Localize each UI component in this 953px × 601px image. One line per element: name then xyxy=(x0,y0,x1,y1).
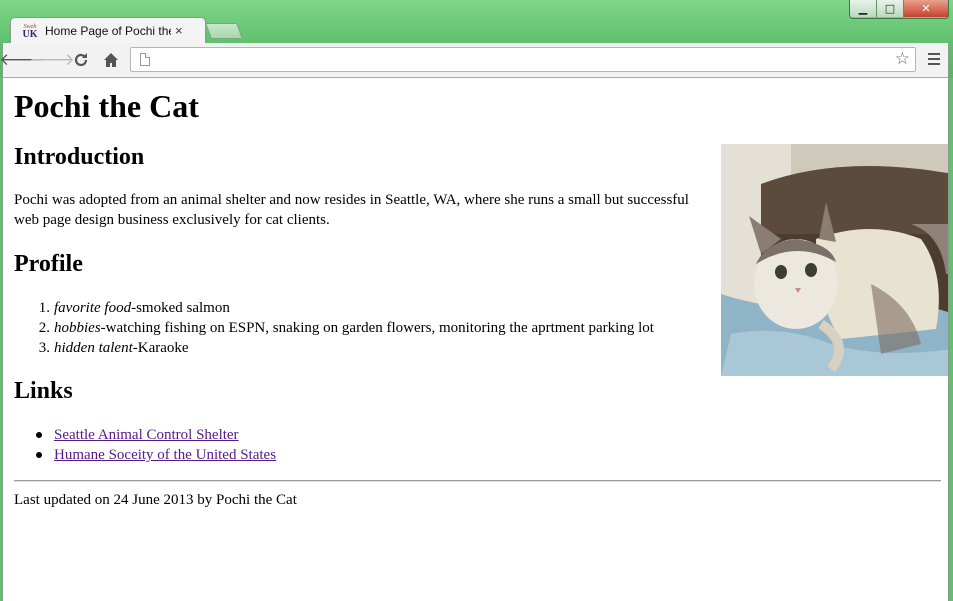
tab-title: Home Page of Pochi the C xyxy=(45,23,171,38)
link-seattle-animal-control-shelter[interactable]: Seattle Animal Control Shelter xyxy=(54,427,239,443)
maximize-icon[interactable]: □ xyxy=(876,0,903,17)
cat-photo xyxy=(721,144,948,376)
tab-close-icon[interactable]: × xyxy=(175,23,183,38)
address-input[interactable] xyxy=(157,50,881,71)
intro-text: Pochi was adopted from an animal shelter… xyxy=(14,192,689,228)
list-item: Humane Soceity of the United States xyxy=(14,445,276,465)
list-item: 2. hobbies-watching fishing on ESPN, snak… xyxy=(38,320,654,336)
favicon-icon: Sweb UK xyxy=(22,23,38,40)
minimize-icon[interactable]: ▁ xyxy=(850,0,876,17)
home-icon[interactable] xyxy=(100,50,122,70)
profile-list: 1. favorite food-smoked salmon 2. hobbies-… xyxy=(14,298,654,358)
close-window-icon[interactable]: ✕ xyxy=(903,0,948,17)
list-item: Seattle Animal Control Shelter xyxy=(14,425,276,445)
profile-heading: Profile xyxy=(14,251,83,277)
divider xyxy=(14,480,941,482)
page-icon xyxy=(140,53,150,66)
star-icon[interactable]: ☆ xyxy=(895,49,910,69)
links-list: Seattle Animal Control Shelter Humane So… xyxy=(14,425,276,465)
reload-icon[interactable] xyxy=(70,50,92,70)
footer-text: Last updated on 24 June 2013 by Pochi th… xyxy=(14,492,297,508)
link-humane-society[interactable]: Humane Soceity of the United States xyxy=(54,447,276,463)
window-controls: ▁ □ ✕ xyxy=(849,0,949,19)
browser-frame: ▁ □ ✕ Sweb UK Home Page of Pochi the C ×… xyxy=(0,0,953,78)
page-title: Pochi the Cat xyxy=(14,88,199,124)
browser-tab[interactable]: Sweb UK Home Page of Pochi the C × xyxy=(10,17,206,43)
new-tab-button[interactable] xyxy=(205,23,243,39)
menu-icon[interactable] xyxy=(928,53,940,67)
page-viewport: Pochi the Cat Introduction Pochi was ado… xyxy=(2,78,949,601)
browser-toolbar: 🡐 🡒 ☆ xyxy=(0,43,949,78)
list-item: 1. favorite food-smoked salmon xyxy=(38,300,230,316)
links-heading: Links xyxy=(14,378,73,404)
address-bar[interactable]: ☆ xyxy=(130,47,916,72)
forward-arrow-icon[interactable]: 🡒 xyxy=(29,50,75,70)
intro-heading: Introduction xyxy=(14,144,145,170)
list-item: 3. hidden talent-Karaoke xyxy=(38,340,189,356)
